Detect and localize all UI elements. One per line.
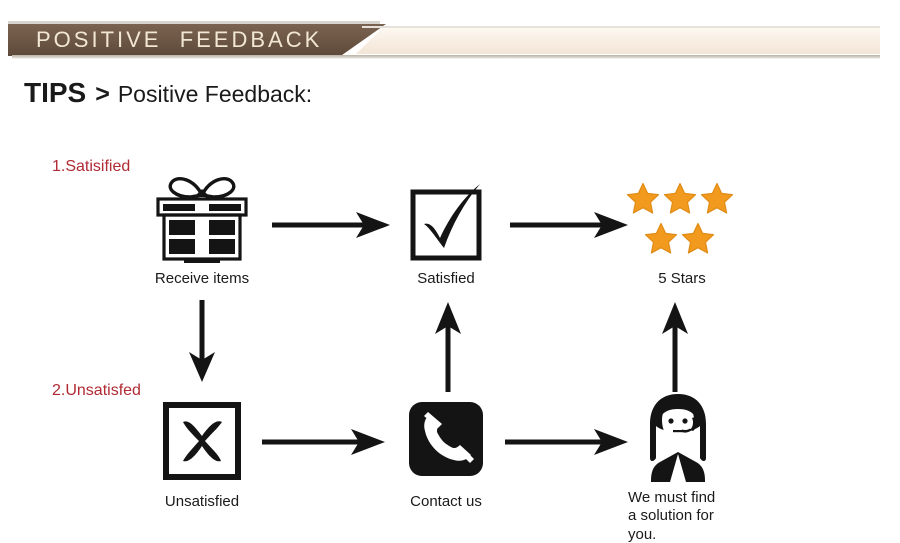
label-satisfied: Satisfied: [417, 270, 475, 287]
branch-label-unsatisfied: 2.Unsatisfed: [52, 382, 141, 399]
arrow-contact-to-agent: [505, 422, 630, 462]
label-we-must-find-solution: We must find a solution for you.: [628, 489, 716, 543]
arrow-contact-to-satisfied: [428, 300, 468, 392]
gift-box-icon: [146, 173, 258, 265]
branch-label-satisfied: 1.Satisified: [52, 158, 131, 175]
feedback-flow-diagram: 1.Satisified 2.Unsatisfed Receive items …: [0, 0, 900, 543]
arrow-unsatisfied-to-contact: [262, 422, 387, 462]
customer-service-agent-icon: [632, 392, 724, 484]
label-receive-items: Receive items: [154, 270, 250, 287]
arrow-receive-to-satisfied: [272, 205, 392, 245]
label-unsatisfied: Unsatisfied: [164, 493, 240, 510]
arrow-satisfied-to-stars: [510, 205, 630, 245]
x-box-icon: [163, 402, 241, 480]
arrow-agent-to-stars: [655, 300, 695, 392]
label-five-stars: 5 Stars: [658, 270, 706, 287]
five-stars-icon: [626, 182, 738, 262]
telephone-icon: [407, 400, 485, 480]
label-contact-us: Contact us: [410, 493, 482, 510]
slide-canvas: POSITIVE FEEDBACK TIPS > Positive Feedba…: [0, 0, 900, 543]
checkmark-box-icon: [408, 180, 488, 266]
arrow-receive-to-unsatisfied: [182, 300, 222, 384]
